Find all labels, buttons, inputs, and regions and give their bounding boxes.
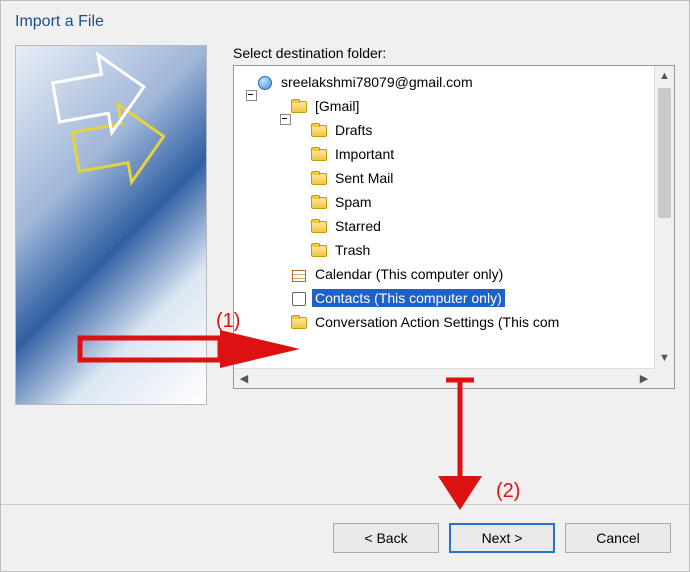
tree-folder-drafts[interactable]: Drafts	[240, 118, 654, 142]
wizard-graphic	[15, 45, 207, 405]
folder-label: Trash	[332, 241, 373, 259]
folder-icon	[290, 98, 308, 114]
folder-icon	[310, 194, 328, 210]
scroll-up-icon[interactable]: ▲	[655, 66, 674, 86]
folder-icon	[310, 170, 328, 186]
scroll-left-icon[interactable]: ◀	[234, 372, 254, 385]
tree-folder-trash[interactable]: Trash	[240, 238, 654, 262]
scroll-corner	[654, 368, 674, 388]
folder-tree[interactable]: sreelakshmi78079@gmail.com [Gmail] Draft…	[234, 66, 654, 368]
tree-folder-sentmail[interactable]: Sent Mail	[240, 166, 654, 190]
folder-label: Sent Mail	[332, 169, 396, 187]
folder-label: Spam	[332, 193, 375, 211]
tree-folder-important[interactable]: Important	[240, 142, 654, 166]
folder-icon	[310, 122, 328, 138]
vertical-scrollbar[interactable]: ▲ ▼	[654, 66, 674, 368]
folder-label: Important	[332, 145, 397, 163]
scroll-thumb[interactable]	[658, 88, 671, 218]
gmail-label: [Gmail]	[312, 97, 362, 115]
tree-folder-starred[interactable]: Starred	[240, 214, 654, 238]
folder-tree-container: sreelakshmi78079@gmail.com [Gmail] Draft…	[233, 65, 675, 389]
account-icon	[256, 74, 274, 90]
tree-contacts[interactable]: Contacts (This computer only)	[240, 286, 654, 310]
next-button[interactable]: Next >	[449, 523, 555, 553]
dialog-title: Import a File	[1, 1, 689, 35]
wizard-graphic-svg	[16, 46, 206, 402]
folder-icon	[310, 218, 328, 234]
import-file-dialog: Import a File Select destination folder:…	[0, 0, 690, 572]
folder-icon	[290, 314, 308, 330]
contacts-icon	[290, 290, 308, 306]
dialog-content: Select destination folder: sreelakshmi78…	[1, 35, 689, 504]
calendar-icon	[290, 266, 308, 282]
destination-pane: Select destination folder: sreelakshmi78…	[233, 45, 675, 498]
tree-calendar[interactable]: Calendar (This computer only)	[240, 262, 654, 286]
scroll-right-icon[interactable]: ▶	[634, 372, 654, 385]
tree-account[interactable]: sreelakshmi78079@gmail.com	[240, 70, 654, 94]
folder-icon	[310, 242, 328, 258]
tree-folder-spam[interactable]: Spam	[240, 190, 654, 214]
destination-label: Select destination folder:	[233, 45, 675, 61]
folder-label: Conversation Action Settings (This com	[312, 313, 562, 331]
folder-label: Starred	[332, 217, 384, 235]
folder-label: Contacts (This computer only)	[312, 289, 505, 307]
folder-icon	[310, 146, 328, 162]
folder-label: Drafts	[332, 121, 375, 139]
horizontal-scrollbar[interactable]: ◀ ▶	[234, 368, 654, 388]
back-button[interactable]: < Back	[333, 523, 439, 553]
button-bar: < Back Next > Cancel	[1, 504, 689, 571]
tree-gmail[interactable]: [Gmail]	[240, 94, 654, 118]
cancel-button[interactable]: Cancel	[565, 523, 671, 553]
tree-conversation-settings[interactable]: Conversation Action Settings (This com	[240, 310, 654, 334]
folder-label: Calendar (This computer only)	[312, 265, 506, 283]
account-label: sreelakshmi78079@gmail.com	[278, 73, 476, 91]
scroll-down-icon[interactable]: ▼	[655, 348, 674, 368]
